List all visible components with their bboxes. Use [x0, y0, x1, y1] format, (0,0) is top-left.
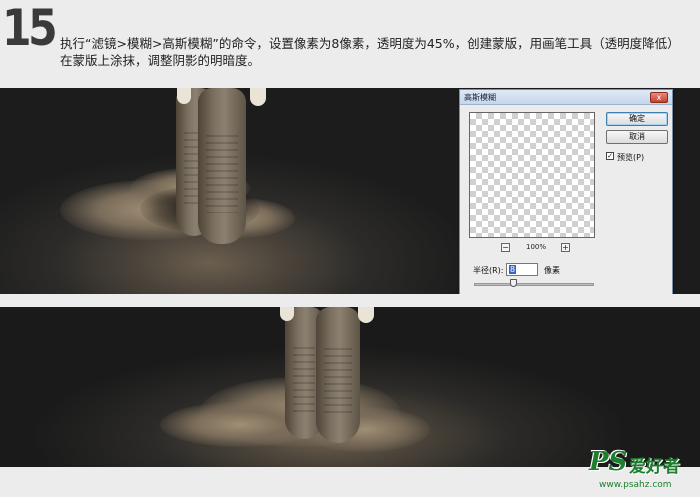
blur-preview[interactable] [469, 112, 595, 238]
step-header: 15 执行“滤镜>模糊>高斯模糊”的命令，设置像素为8像素，透明度为45%，创建… [0, 0, 700, 88]
radius-slider-thumb[interactable] [510, 279, 517, 287]
gaussian-blur-dialog: 高斯模糊 x − 100% + 确定 取消 ✓ 预览(P) 半径(R): 8 像… [459, 89, 673, 295]
step-number: 15 [2, 0, 58, 57]
ok-button[interactable]: 确定 [606, 112, 668, 126]
photo-after [0, 307, 700, 467]
radius-unit: 像素 [544, 266, 560, 275]
radius-value: 8 [509, 265, 517, 274]
watermark-url: www.psahz.com [599, 480, 672, 490]
radius-input[interactable]: 8 [506, 263, 538, 276]
zoom-out-button[interactable]: − [501, 243, 510, 252]
watermark-logo: PS [589, 447, 628, 477]
zoom-level: 100% [525, 243, 546, 251]
site-watermark: PS 爱好者 www.psahz.com [585, 447, 695, 495]
zoom-controls: − 100% + [469, 242, 595, 254]
watermark-text: 爱好者 [629, 457, 680, 477]
dialog-titlebar[interactable]: 高斯模糊 x [460, 90, 672, 105]
radius-label: 半径(R): [473, 266, 504, 275]
separator [0, 294, 700, 307]
dialog-title: 高斯模糊 [464, 93, 496, 102]
zoom-in-button[interactable]: + [561, 243, 570, 252]
preview-label: 预览(P) [617, 153, 645, 162]
radius-slider-track[interactable] [474, 283, 594, 286]
close-icon[interactable]: x [650, 92, 668, 103]
instruction-text: 执行“滤镜>模糊>高斯模糊”的命令，设置像素为8像素，透明度为45%，创建蒙版，… [60, 36, 680, 68]
cancel-button[interactable]: 取消 [606, 130, 668, 144]
preview-checkbox[interactable]: ✓ [606, 152, 614, 160]
